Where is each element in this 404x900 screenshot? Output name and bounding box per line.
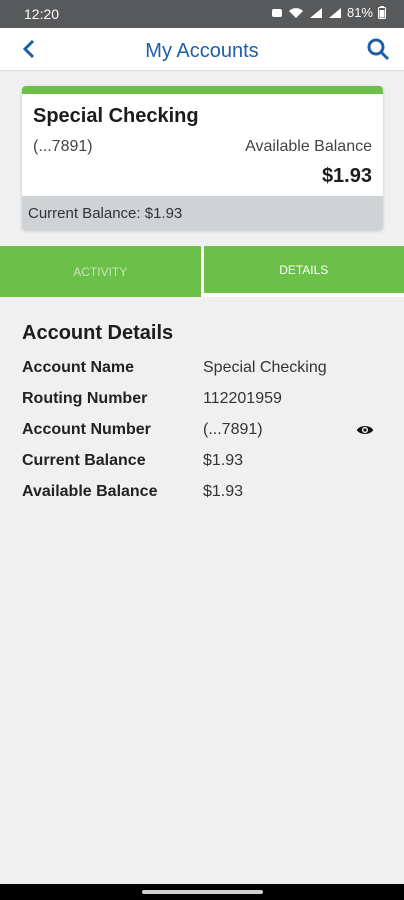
- account-card[interactable]: Special Checking (...7891) Available Bal…: [22, 86, 383, 230]
- detail-row: Account Number (...7891): [22, 421, 382, 452]
- app-header: My Accounts: [0, 28, 404, 71]
- system-nav-bar: [0, 884, 404, 900]
- account-name: Special Checking: [33, 105, 199, 127]
- account-masked-number: (...7891): [33, 138, 93, 155]
- detail-label: Available Balance: [22, 483, 158, 500]
- battery-icon: [378, 6, 386, 19]
- status-bar: 12:20 81%: [0, 0, 404, 28]
- tab-bar: ACTIVITY DETAILS: [0, 246, 404, 297]
- card-accent-bar: [22, 86, 383, 94]
- detail-label: Current Balance: [22, 452, 146, 469]
- detail-value: $1.93: [203, 483, 244, 500]
- current-balance-text: Current Balance: $1.93: [28, 205, 183, 222]
- detail-row: Account Name Special Checking: [22, 359, 382, 390]
- detail-row: Routing Number 112201959: [22, 390, 382, 421]
- detail-row: Available Balance $1.93: [22, 483, 382, 514]
- detail-value: Special Checking: [203, 359, 327, 376]
- current-balance-footer: Current Balance: $1.93: [22, 196, 383, 230]
- status-icons: 81%: [271, 5, 386, 20]
- account-details-section: Account Details Account Name Special Che…: [22, 322, 382, 514]
- status-time: 12:20: [24, 6, 60, 22]
- signal-icon: [309, 7, 322, 18]
- home-handle[interactable]: [142, 890, 263, 894]
- details-heading: Account Details: [22, 322, 174, 344]
- notification-icon: [271, 8, 282, 17]
- wifi-icon: [288, 7, 303, 18]
- detail-value: 112201959: [203, 390, 282, 407]
- eye-icon[interactable]: [356, 421, 374, 439]
- page-title: My Accounts: [145, 40, 259, 62]
- available-balance-label: Available Balance: [245, 138, 372, 155]
- detail-label: Account Number: [22, 421, 151, 438]
- battery-percent: 81%: [346, 5, 373, 20]
- signal-icon-2: [328, 7, 341, 18]
- detail-value: $1.93: [203, 452, 244, 469]
- detail-value: (...7891): [203, 421, 263, 438]
- tab-activity[interactable]: ACTIVITY: [0, 246, 201, 297]
- tab-details[interactable]: DETAILS: [200, 246, 404, 297]
- detail-label: Account Name: [22, 359, 135, 376]
- detail-row: Current Balance $1.93: [22, 452, 382, 483]
- available-balance-value: $1.93: [321, 165, 372, 187]
- search-icon[interactable]: [366, 37, 390, 61]
- detail-label: Routing Number: [22, 390, 148, 407]
